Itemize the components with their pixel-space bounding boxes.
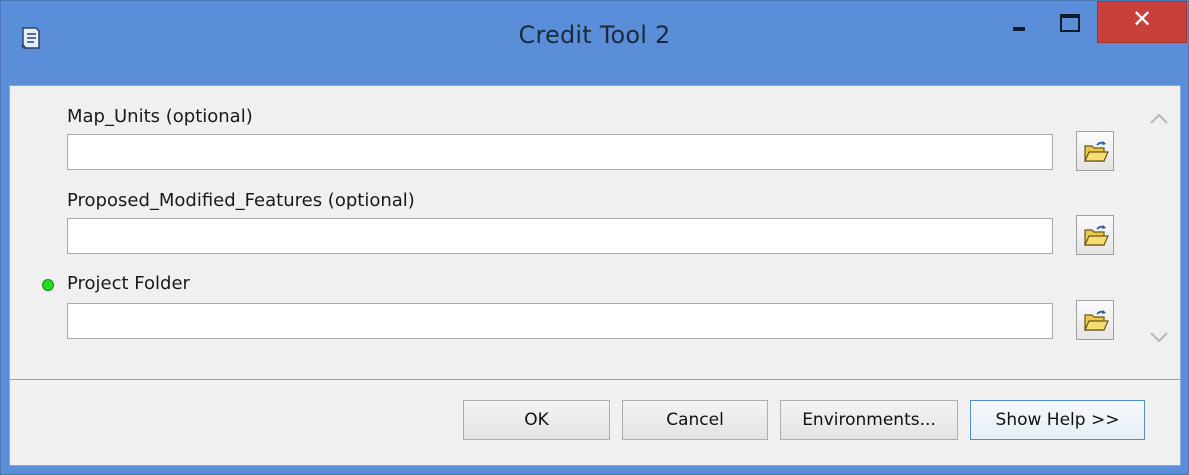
map-units-input[interactable] [67, 134, 1053, 170]
close-icon: ✕ [1131, 5, 1153, 33]
browse-project-folder-button[interactable] [1076, 300, 1114, 340]
dialog-window: Credit Tool 2 ✕ Map_Units (optional) Pro… [0, 0, 1189, 475]
open-folder-icon [1084, 141, 1109, 162]
open-folder-icon [1084, 225, 1109, 246]
chevron-up-icon [1150, 113, 1168, 124]
project-folder-input[interactable] [67, 303, 1053, 339]
cancel-button[interactable]: Cancel [622, 400, 768, 440]
ok-button[interactable]: OK [463, 400, 610, 440]
dialog-body: Map_Units (optional) Proposed_Modified_F… [9, 85, 1181, 466]
browse-proposed-modified-features-button[interactable] [1076, 215, 1114, 255]
maximize-icon [1060, 14, 1080, 32]
parameters-panel: Map_Units (optional) Proposed_Modified_F… [10, 86, 1180, 380]
browse-map-units-button[interactable] [1076, 131, 1114, 171]
title-bar[interactable]: Credit Tool 2 ✕ [1, 1, 1188, 85]
environments-button[interactable]: Environments... [780, 400, 958, 440]
minimize-icon [1013, 27, 1025, 31]
proposed-modified-features-input[interactable] [67, 218, 1053, 254]
param-label-proposed-modified-features: Proposed_Modified_Features (optional) [67, 190, 415, 211]
close-button[interactable]: ✕ [1097, 1, 1187, 43]
param-label-project-folder: Project Folder [67, 273, 190, 294]
required-indicator-icon [42, 279, 54, 291]
chevron-down-icon [1150, 332, 1168, 343]
scroll-down-button[interactable] [1148, 326, 1170, 348]
open-folder-icon [1084, 310, 1109, 331]
param-label-map-units: Map_Units (optional) [67, 106, 253, 127]
maximize-button[interactable] [1047, 1, 1097, 43]
show-help-button[interactable]: Show Help >> [970, 400, 1145, 440]
minimize-button[interactable] [995, 1, 1047, 43]
scroll-up-button[interactable] [1148, 108, 1170, 130]
